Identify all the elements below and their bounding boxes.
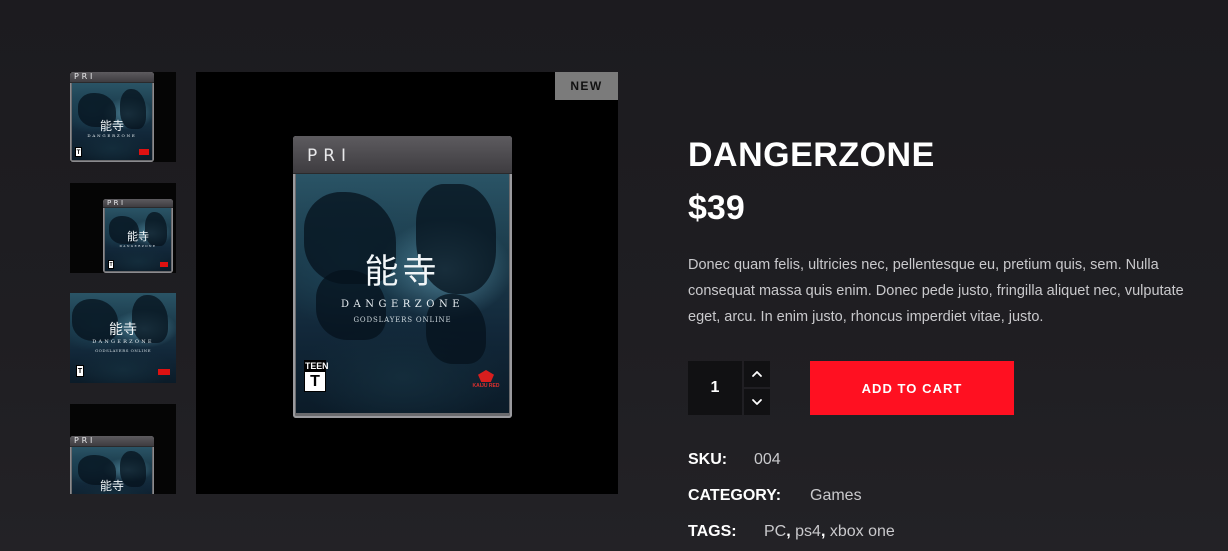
product-page: PRI 能寺 DANGERZONE T PRI 能寺 DANGERZONE T … — [0, 0, 1228, 551]
cover-kanji: 能寺 — [364, 252, 441, 292]
main-product-image[interactable]: PRI 能寺 DANGERZONE GODSLAYERS ONLINE TEEN… — [196, 72, 618, 494]
thumbnail-2[interactable]: PRI 能寺 DANGERZONE T — [70, 183, 176, 273]
publisher-logo: KAIJU RED — [471, 370, 501, 390]
quantity-decrease-button[interactable] — [744, 389, 770, 415]
category-link[interactable]: Games — [810, 487, 862, 505]
new-badge: NEW — [555, 72, 618, 100]
product-title: DANGERZONE — [688, 136, 935, 174]
thumbnail-cover: 能寺 DANGERZONE GODSLAYERS ONLINE T — [70, 293, 176, 383]
category-row: CATEGORY: Games — [688, 487, 862, 505]
quantity-increase-button[interactable] — [744, 361, 770, 387]
sku-row: SKU: 004 — [688, 451, 781, 469]
thumbnail-3[interactable]: 能寺 DANGERZONE GODSLAYERS ONLINE T — [70, 293, 176, 383]
product-price: $39 — [688, 189, 745, 227]
chevron-up-icon — [752, 371, 762, 377]
tags-label: TAGS: — [688, 523, 737, 540]
thumbnail-1[interactable]: PRI 能寺 DANGERZONE T — [70, 72, 176, 162]
thumbnail-cover: PRI 能寺 DANGERZONE — [70, 436, 154, 494]
tag-separator: , — [820, 523, 826, 540]
category-label: CATEGORY: — [688, 487, 782, 504]
game-box-cover: PRI 能寺 DANGERZONE GODSLAYERS ONLINE TEEN… — [293, 136, 512, 418]
thumbnail-cover: PRI 能寺 DANGERZONE T — [103, 199, 173, 273]
tags-list: PC, ps4, xbox one — [764, 523, 895, 541]
tag-separator: , — [786, 523, 791, 540]
tag-link[interactable]: xbox one — [830, 523, 895, 540]
tag-link[interactable]: PC — [764, 523, 786, 540]
quantity-stepper: 1 — [688, 361, 772, 415]
quantity-input[interactable]: 1 — [688, 361, 742, 415]
platform-logo: PRI — [307, 146, 352, 166]
thumbnail-cover: PRI 能寺 DANGERZONE T — [70, 72, 154, 162]
tag-link[interactable]: ps4 — [795, 523, 821, 540]
chevron-down-icon — [752, 399, 762, 405]
add-to-cart-button[interactable]: ADD TO CART — [810, 361, 1014, 415]
esrb-rating-icon: TEEN T — [304, 360, 328, 392]
cover-game-subtitle: GODSLAYERS ONLINE — [353, 316, 452, 324]
cover-game-title: DANGERZONE — [340, 299, 464, 310]
tags-row: TAGS: PC, ps4, xbox one — [688, 523, 895, 541]
sku-value: 004 — [754, 451, 781, 468]
sku-label: SKU: — [688, 451, 728, 468]
product-description: Donec quam felis, ultricies nec, pellent… — [688, 257, 1184, 325]
thumbnail-4[interactable]: PRI 能寺 DANGERZONE — [70, 404, 176, 494]
